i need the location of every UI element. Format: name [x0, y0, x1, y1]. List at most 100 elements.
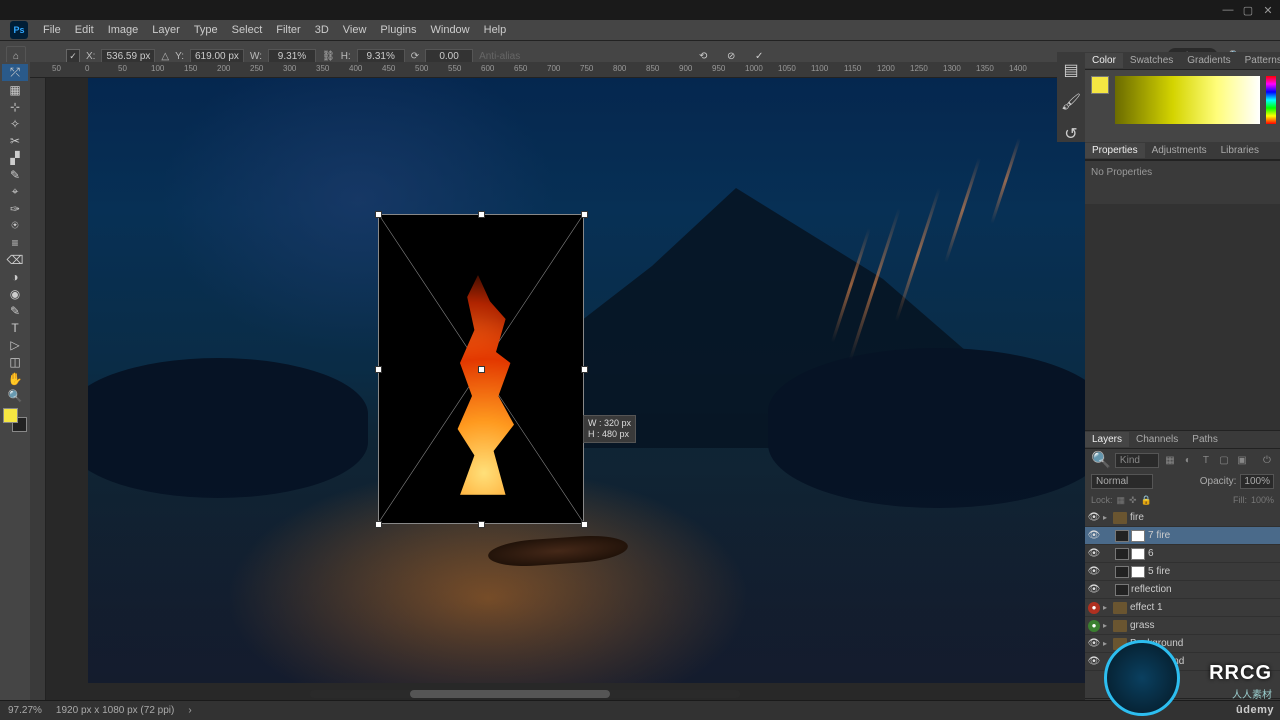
visibility-toggle-icon[interactable]: 👁 — [1085, 530, 1103, 541]
group-arrow-icon[interactable]: ▸ — [1103, 621, 1113, 630]
tab-layers[interactable]: Layers — [1085, 432, 1129, 447]
filter-type-icon[interactable]: T — [1199, 453, 1213, 467]
lock-pixels-icon[interactable]: 🔒 — [1141, 495, 1152, 506]
layer-mask-thumbnail[interactable] — [1131, 548, 1145, 560]
layer-row[interactable]: 👁▸ fire — [1085, 509, 1280, 527]
zoom-percent[interactable]: 97.27% — [8, 705, 42, 716]
link-icon[interactable]: ⛓ — [322, 51, 335, 62]
ruler-vertical[interactable] — [30, 78, 46, 700]
layer-mask-thumbnail[interactable] — [1131, 566, 1145, 578]
tab-channels[interactable]: Channels — [1129, 432, 1185, 447]
menu-help[interactable]: Help — [477, 24, 514, 36]
tool-button[interactable]: ▦ — [2, 81, 28, 98]
layer-name[interactable]: fire — [1130, 512, 1144, 523]
tool-button[interactable]: ✋ — [2, 370, 28, 387]
ruler-horizontal[interactable]: 5005010015020025030035040045050055060065… — [30, 62, 1085, 78]
hue-strip[interactable] — [1266, 76, 1276, 124]
visibility-toggle-icon[interactable]: 👁 — [1085, 638, 1103, 649]
layer-thumbnail[interactable] — [1115, 530, 1129, 542]
tab-gradients[interactable]: Gradients — [1180, 53, 1237, 68]
tool-button[interactable]: ≡ — [2, 234, 28, 251]
menu-image[interactable]: Image — [101, 24, 146, 36]
tab-properties[interactable]: Properties — [1085, 143, 1145, 158]
tab-color[interactable]: Color — [1085, 53, 1123, 68]
tab-swatches[interactable]: Swatches — [1123, 53, 1180, 68]
transform-handle-w[interactable] — [375, 366, 382, 373]
tab-paths[interactable]: Paths — [1185, 432, 1225, 447]
layer-name[interactable]: 7 fire — [1148, 530, 1170, 541]
horizontal-scrollbar[interactable] — [310, 690, 740, 698]
transform-handle-ne[interactable] — [581, 211, 588, 218]
layer-mask-thumbnail[interactable] — [1131, 530, 1145, 542]
tool-button[interactable]: ✂ — [2, 132, 28, 149]
foreground-background-swatch[interactable] — [3, 408, 27, 432]
window-minimize[interactable]: — — [1218, 1, 1238, 19]
fill-value[interactable]: 100% — [1251, 495, 1274, 505]
layer-row[interactable]: 👁 7 fire — [1085, 527, 1280, 545]
opacity-value[interactable]: 100% — [1240, 474, 1274, 489]
window-close[interactable]: ✕ — [1258, 1, 1278, 19]
menu-filter[interactable]: Filter — [269, 24, 307, 36]
tool-button[interactable]: T — [2, 319, 28, 336]
layer-name[interactable]: 6 — [1148, 548, 1154, 559]
tool-button[interactable]: ✧ — [2, 115, 28, 132]
tab-patterns[interactable]: Patterns — [1238, 53, 1280, 68]
scrollbar-thumb[interactable] — [410, 690, 610, 698]
menu-select[interactable]: Select — [225, 24, 270, 36]
tool-button[interactable]: ✎ — [2, 302, 28, 319]
menu-view[interactable]: View — [336, 24, 374, 36]
transform-handle-n[interactable] — [478, 211, 485, 218]
brush-panel-icon[interactable]: 🖌 — [1061, 92, 1081, 112]
color-picker-gradient[interactable] — [1115, 76, 1260, 124]
transform-handle-se[interactable] — [581, 521, 588, 528]
layer-name[interactable]: reflection — [1131, 584, 1172, 595]
layer-row[interactable]: ●▸grass — [1085, 617, 1280, 635]
layer-row[interactable]: 👁 reflection — [1085, 581, 1280, 599]
layer-kind-filter[interactable]: Kind — [1115, 453, 1159, 468]
visibility-toggle-icon[interactable]: 👁 — [1085, 584, 1103, 595]
menu-window[interactable]: Window — [424, 24, 477, 36]
filter-smart-icon[interactable]: ▣ — [1235, 453, 1249, 467]
group-arrow-icon[interactable]: ▸ — [1103, 603, 1113, 612]
status-chevron-icon[interactable]: › — [188, 705, 191, 716]
aspect-lock-checkbox[interactable]: ✓ — [66, 49, 80, 63]
tool-button[interactable]: ⤱ — [2, 64, 28, 81]
info-panel-icon[interactable]: ↺ — [1064, 124, 1077, 144]
filter-toggle[interactable]: ⏻ — [1260, 453, 1274, 467]
tool-button[interactable]: ⌖ — [2, 183, 28, 200]
history-icon[interactable]: ▤ — [1063, 60, 1078, 80]
menu-plugins[interactable]: Plugins — [373, 24, 423, 36]
filter-shape-icon[interactable]: ▢ — [1217, 453, 1231, 467]
visibility-toggle-icon[interactable]: 👁 — [1085, 656, 1103, 667]
filter-adjust-icon[interactable]: ◐ — [1181, 453, 1195, 467]
tool-button[interactable]: ▷ — [2, 336, 28, 353]
tool-button[interactable]: ✎ — [2, 166, 28, 183]
tab-adjustments[interactable]: Adjustments — [1145, 143, 1214, 158]
tool-button[interactable]: ◑ — [2, 268, 28, 285]
tool-button[interactable]: 🔍 — [2, 387, 28, 404]
visibility-toggle-icon[interactable]: ● — [1088, 602, 1100, 614]
layer-thumbnail[interactable] — [1115, 548, 1129, 560]
visibility-toggle-icon[interactable]: 👁 — [1085, 548, 1103, 559]
tool-button[interactable]: ◉ — [2, 285, 28, 302]
tool-button[interactable]: ✑ — [2, 200, 28, 217]
layer-thumbnail[interactable] — [1115, 566, 1129, 578]
layer-row[interactable]: 👁6 — [1085, 545, 1280, 563]
transform-handle-center[interactable] — [478, 366, 485, 373]
layer-name[interactable]: 5 fire — [1148, 566, 1170, 577]
layer-name[interactable]: grass — [1130, 620, 1154, 631]
window-maximize[interactable]: ▢ — [1238, 1, 1258, 19]
layer-row[interactable]: 👁 5 fire — [1085, 563, 1280, 581]
filter-pixel-icon[interactable]: ▦ — [1163, 453, 1177, 467]
blend-mode-select[interactable]: Normal — [1091, 474, 1153, 489]
visibility-toggle-icon[interactable]: 👁 — [1085, 566, 1103, 577]
lock-all-icon[interactable]: ▦ — [1117, 495, 1126, 506]
group-arrow-icon[interactable]: ▸ — [1103, 513, 1113, 522]
tab-libraries[interactable]: Libraries — [1214, 143, 1266, 158]
lock-position-icon[interactable]: ✜ — [1129, 495, 1137, 506]
visibility-toggle-icon[interactable]: 👁 — [1085, 512, 1103, 523]
tool-button[interactable]: ⍟ — [2, 217, 28, 234]
tool-button[interactable]: ◫ — [2, 353, 28, 370]
tool-button[interactable]: ⊹ — [2, 98, 28, 115]
transform-handle-s[interactable] — [478, 521, 485, 528]
